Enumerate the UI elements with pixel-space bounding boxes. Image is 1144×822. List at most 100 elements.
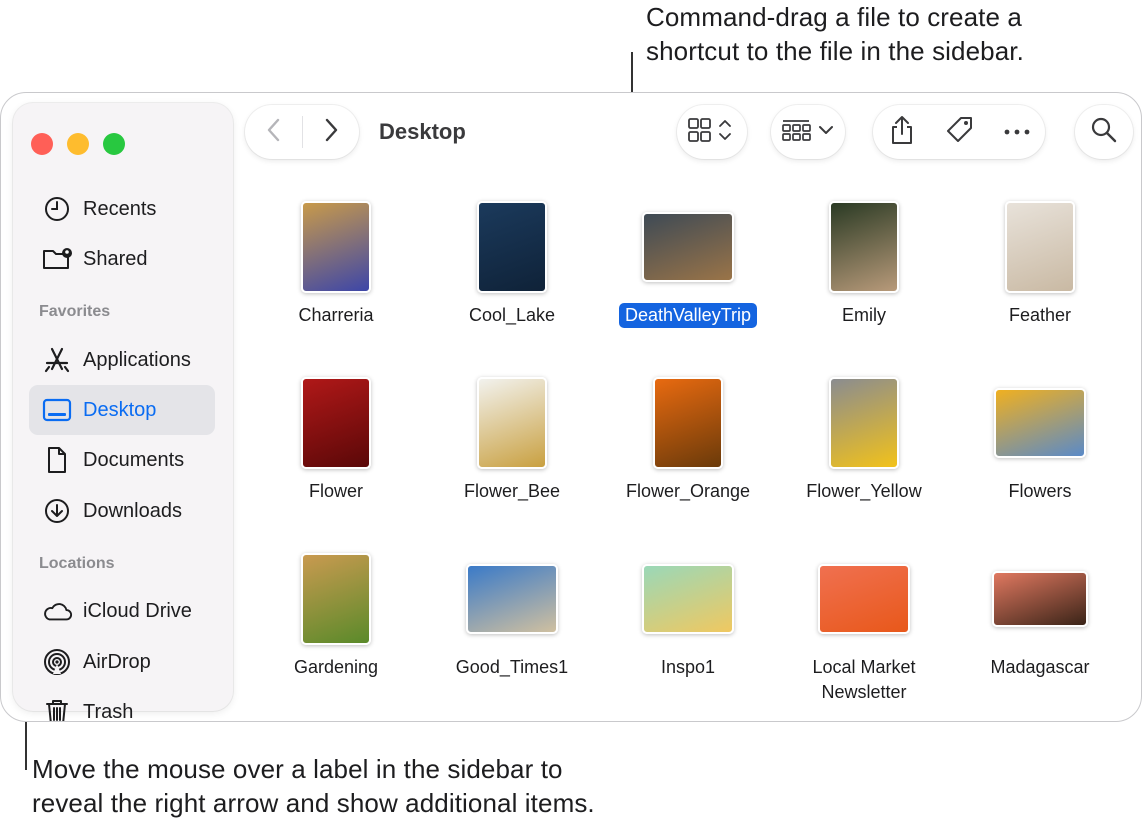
cloud-icon	[41, 595, 73, 627]
file-thumbnail	[1005, 201, 1075, 293]
file-name: Good_Times1	[455, 657, 569, 677]
share-icon	[889, 114, 915, 151]
file-thumbnail	[642, 564, 734, 634]
sidebar-item-icloud-drive[interactable]: iCloud Drive	[29, 591, 215, 631]
file-name-row: Flower	[256, 479, 416, 504]
file-item[interactable]: Inspo1	[608, 551, 768, 680]
file-item[interactable]: Good_Times1	[432, 551, 592, 680]
sidebar-item-downloads[interactable]: Downloads	[29, 491, 215, 531]
file-name-row: Emily	[784, 303, 944, 328]
sidebar-item-recents[interactable]: Recents	[29, 189, 215, 229]
file-thumbnail-frame	[432, 375, 592, 471]
file-name: Flower_Bee	[463, 481, 561, 501]
sidebar-item-label: Applications	[83, 348, 191, 371]
group-by-icon	[780, 116, 836, 149]
file-item[interactable]: Gardening	[256, 551, 416, 680]
file-name: Flower	[308, 481, 363, 501]
file-thumbnail	[642, 212, 734, 282]
sidebar-item-applications[interactable]: Applications	[29, 340, 215, 380]
file-item[interactable]: Flower_Orange	[608, 375, 768, 504]
file-name-row: Feather	[960, 303, 1120, 328]
sidebar-item-desktop[interactable]: Desktop	[29, 385, 215, 435]
file-thumbnail-frame	[784, 551, 944, 647]
file-thumbnail	[301, 201, 371, 293]
file-item[interactable]: Flowers	[960, 375, 1120, 504]
zoom-window-button[interactable]	[103, 133, 125, 155]
chevron-right-icon	[323, 117, 339, 148]
callout-bottom: Move the mouse over a label in the sideb…	[32, 752, 595, 820]
file-name: Gardening	[293, 657, 379, 677]
file-name-row: Madagascar	[960, 655, 1120, 680]
sidebar-heading-locations: Locations	[39, 555, 115, 572]
navigation-buttons	[245, 105, 359, 159]
file-item[interactable]: Flower_Yellow	[784, 375, 944, 504]
file-thumbnail	[994, 388, 1086, 458]
close-window-button[interactable]	[31, 133, 53, 155]
sidebar-item-shared[interactable]: Shared	[29, 239, 215, 279]
file-thumbnail	[477, 201, 547, 293]
file-thumbnail	[653, 377, 723, 469]
clock-icon	[41, 193, 73, 225]
file-name: Cool_Lake	[468, 305, 556, 325]
callout-top-line-1: Command-drag a file to create a	[646, 2, 1022, 32]
file-thumbnail-frame	[256, 375, 416, 471]
file-thumbnail	[477, 377, 547, 469]
file-name-row: Flowers	[960, 479, 1120, 504]
file-item[interactable]: Cool_Lake	[432, 199, 592, 328]
file-item[interactable]: Flower_Bee	[432, 375, 592, 504]
file-item[interactable]: DeathValleyTrip	[608, 199, 768, 328]
search-icon	[1090, 116, 1118, 149]
more-actions-button[interactable]	[989, 105, 1045, 159]
file-thumbnail-frame	[608, 199, 768, 295]
sidebar-item-documents[interactable]: Documents	[29, 440, 215, 480]
file-name-row: DeathValleyTrip	[608, 295, 768, 328]
file-thumbnail-frame	[784, 199, 944, 295]
trash-icon	[41, 696, 73, 721]
minimize-window-button[interactable]	[67, 133, 89, 155]
callout-top-line-2: shortcut to the file in the sidebar.	[646, 36, 1024, 66]
file-name: Madagascar	[990, 657, 1090, 677]
sidebar: Recents Shared Favorites Applications De…	[13, 103, 233, 721]
sidebar-item-label: Documents	[83, 448, 185, 471]
file-name-row: Flower_Bee	[432, 479, 592, 504]
forward-button[interactable]	[303, 105, 359, 159]
view-options-button[interactable]	[677, 105, 747, 159]
search-button[interactable]	[1075, 105, 1133, 159]
file-name: DeathValleyTrip	[618, 303, 758, 328]
file-item[interactable]: Emily	[784, 199, 944, 328]
back-button[interactable]	[245, 105, 302, 159]
file-name: Local Market Newsletter	[812, 657, 916, 702]
sidebar-item-label: Shared	[83, 247, 148, 270]
group-by-button[interactable]	[771, 105, 845, 159]
file-name: Flower_Orange	[625, 481, 751, 501]
file-thumbnail	[829, 377, 899, 469]
file-item[interactable]: Local Market Newsletter	[784, 551, 944, 705]
file-name-row: Gardening	[256, 655, 416, 680]
sidebar-item-trash[interactable]: Trash	[29, 692, 215, 721]
applications-icon	[41, 344, 73, 376]
file-item[interactable]: Madagascar	[960, 551, 1120, 680]
file-thumbnail-frame	[432, 199, 592, 295]
file-thumbnail	[301, 377, 371, 469]
file-name-row: Cool_Lake	[432, 303, 592, 328]
file-name-row: Flower_Orange	[608, 479, 768, 504]
file-thumbnail	[818, 564, 910, 634]
file-name: Charreria	[298, 305, 374, 325]
file-name: Inspo1	[660, 657, 716, 677]
window-title: Desktop	[379, 119, 466, 144]
tag-button[interactable]	[931, 105, 989, 159]
share-button[interactable]	[873, 105, 931, 159]
file-item[interactable]: Flower	[256, 375, 416, 504]
tag-icon	[944, 114, 976, 151]
chevron-left-icon	[266, 117, 282, 148]
finder-window: Recents Shared Favorites Applications De…	[0, 92, 1142, 722]
file-name: Flowers	[1008, 481, 1072, 501]
file-name: Flower_Yellow	[806, 481, 922, 501]
file-item[interactable]: Charreria	[256, 199, 416, 328]
file-name-row: Charreria	[256, 303, 416, 328]
airdrop-icon	[41, 646, 73, 678]
file-thumbnail	[829, 201, 899, 293]
file-thumbnail	[301, 553, 371, 645]
sidebar-item-airdrop[interactable]: AirDrop	[29, 642, 215, 682]
file-item[interactable]: Feather	[960, 199, 1120, 328]
